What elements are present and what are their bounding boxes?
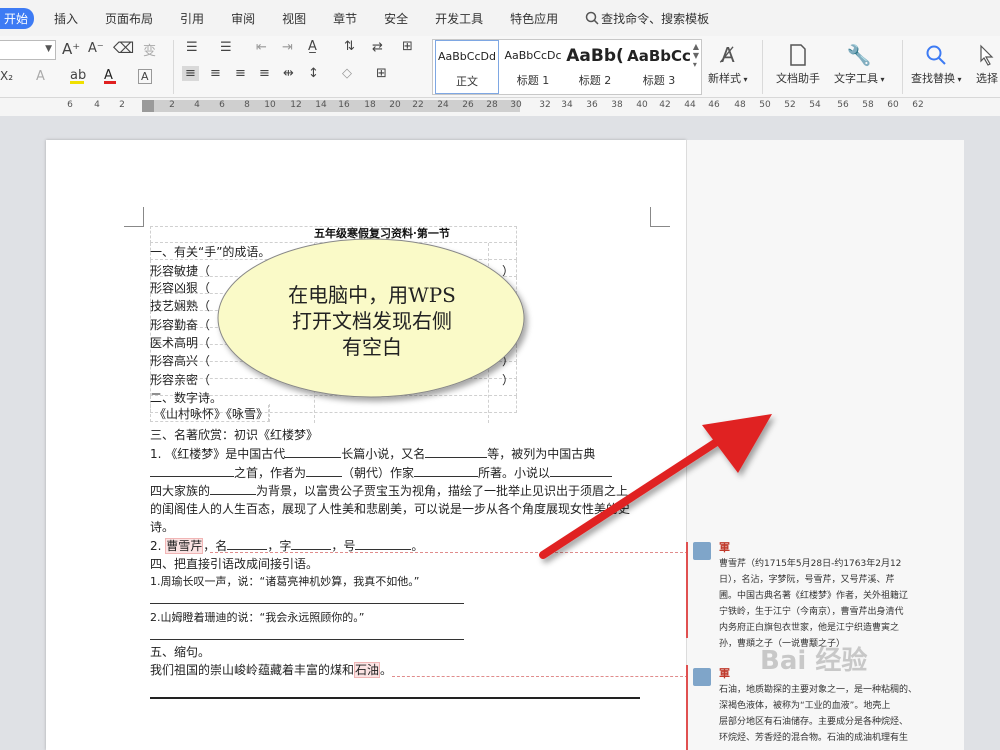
watermark: Bai 经验 (760, 646, 868, 676)
red-arrow (539, 414, 772, 559)
callout-line-3: 有空白 (342, 335, 402, 359)
callout-line-1: 在电脑中，用WPS (288, 283, 456, 307)
callout-line-2: 打开文档发现右侧 (292, 309, 452, 333)
annotation-overlay: 在电脑中，用WPS 打开文档发现右侧 有空白 (217, 238, 772, 559)
